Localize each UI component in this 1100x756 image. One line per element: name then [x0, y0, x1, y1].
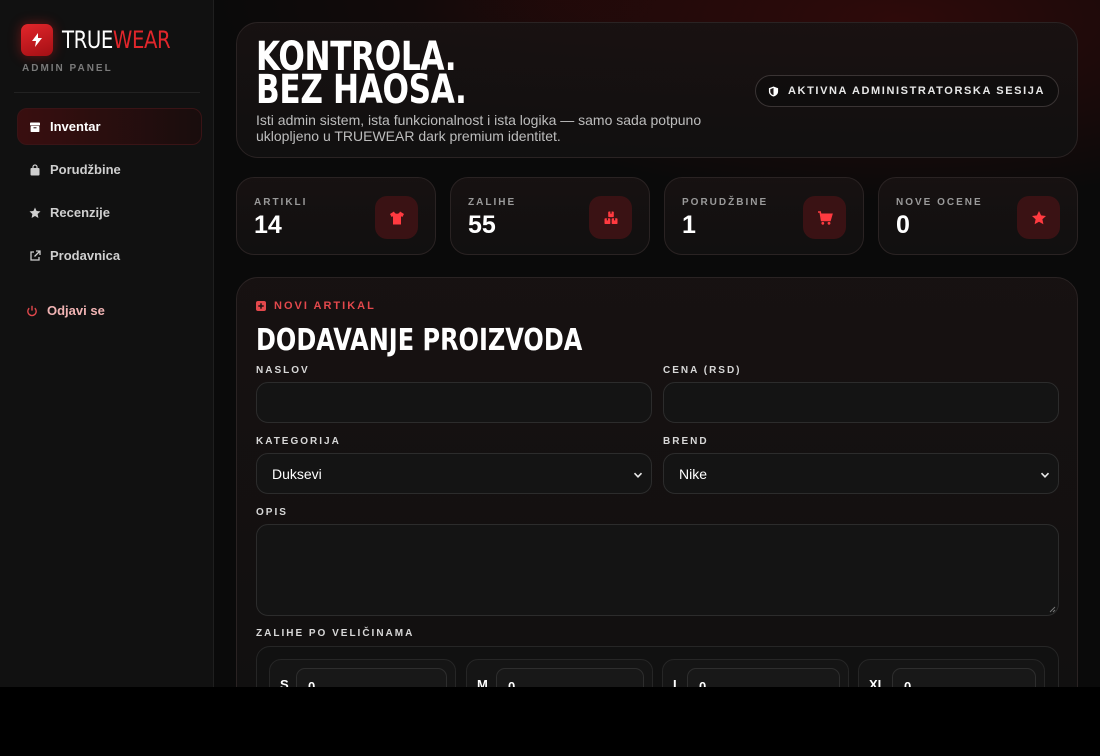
- app-viewport: TRUEWEAR ADMIN PANEL Inventar Porudžbine…: [0, 0, 1100, 687]
- session-badge: AKTIVNA ADMINISTRATORSKA SESIJA: [755, 75, 1059, 107]
- stat-label: ARTIKLI: [254, 197, 308, 208]
- size-label: S: [280, 677, 289, 687]
- hero-description: Isti admin sistem, ista funkcionalnost i…: [256, 112, 702, 144]
- sidebar: TRUEWEAR ADMIN PANEL Inventar Porudžbine…: [0, 0, 214, 687]
- stat-value: 1: [682, 211, 696, 239]
- brand-field-label: BREND: [663, 436, 709, 447]
- size-label: L: [673, 677, 681, 687]
- chevron-down-icon: [633, 472, 643, 478]
- stat-value: 0: [896, 211, 910, 239]
- form-kicker-label: NOVI ARTIKAL: [274, 300, 376, 312]
- description-textarea[interactable]: [256, 524, 1059, 616]
- box-icon: [30, 122, 40, 132]
- title-input[interactable]: [256, 382, 652, 423]
- brand[interactable]: TRUEWEAR: [21, 24, 194, 56]
- title-field-label: NASLOV: [256, 365, 310, 376]
- sidebar-item-prodavnica[interactable]: Prodavnica: [17, 237, 202, 274]
- stat-value: 14: [254, 211, 282, 239]
- add-product-form: NOVI ARTIKAL DODAVANJE PROIZVODA NASLOV …: [236, 277, 1078, 687]
- boxes-icon: [589, 196, 632, 239]
- sidebar-item-inventar[interactable]: Inventar: [17, 108, 202, 145]
- star-icon: [1017, 196, 1060, 239]
- brand-name-part2: WEAR: [112, 26, 171, 54]
- hero-card: KONTROLA. BEZ HAOSA. Isti admin sistem, …: [236, 22, 1078, 158]
- sidebar-nav: Inventar Porudžbine Recenzije Prodavnica: [17, 108, 202, 280]
- description-field-label: OPIS: [256, 507, 288, 518]
- size-label: M: [477, 677, 488, 687]
- cart-icon: [803, 196, 846, 239]
- offscreen-area: [0, 687, 1100, 756]
- tshirt-icon: [375, 196, 418, 239]
- category-select[interactable]: Duksevi: [256, 453, 652, 494]
- size-qty-input[interactable]: 0: [496, 668, 644, 687]
- logout-button[interactable]: Odjavi se: [26, 303, 105, 318]
- brand-name-part1: TRUE: [62, 26, 113, 54]
- resize-grip-icon[interactable]: [1048, 605, 1056, 613]
- size-stock-xl: XL 0: [858, 659, 1045, 687]
- sidebar-item-label: Inventar: [50, 119, 101, 134]
- size-stock-s: S 0: [269, 659, 456, 687]
- size-stock-m: M 0: [466, 659, 653, 687]
- form-kicker: NOVI ARTIKAL: [256, 300, 376, 312]
- stat-card-nove-ocene: NOVE OCENE 0: [878, 177, 1078, 255]
- hero-title: KONTROLA. BEZ HAOSA.: [256, 37, 467, 113]
- bag-icon: [30, 163, 40, 175]
- sidebar-item-label: Prodavnica: [50, 248, 121, 263]
- price-input[interactable]: [663, 382, 1059, 423]
- size-label: XL: [869, 677, 886, 687]
- session-label: AKTIVNA ADMINISTRATORSKA SESIJA: [788, 85, 1045, 97]
- brand-select[interactable]: Nike: [663, 453, 1059, 494]
- size-stock-l: L 0: [662, 659, 849, 687]
- chevron-down-icon: [1040, 472, 1050, 478]
- stat-label: PORUDŽBINE: [682, 197, 769, 208]
- size-qty-input[interactable]: 0: [892, 668, 1036, 687]
- external-link-icon: [30, 249, 41, 261]
- sidebar-item-label: Recenzije: [50, 205, 110, 220]
- stat-label: ZALIHE: [468, 197, 517, 208]
- lightning-icon: [21, 24, 53, 56]
- category-selected-value: Duksevi: [272, 465, 322, 482]
- sizes-section-label: ZALIHE PO VELIČINAMA: [256, 628, 415, 639]
- form-title: DODAVANJE PROIZVODA: [256, 323, 583, 358]
- size-qty-input[interactable]: 0: [296, 668, 447, 687]
- sidebar-item-label: Porudžbine: [50, 162, 121, 177]
- sidebar-divider: [14, 92, 200, 93]
- stat-label: NOVE OCENE: [896, 197, 983, 208]
- sidebar-item-recenzije[interactable]: Recenzije: [17, 194, 202, 231]
- stat-card-artikli: ARTIKLI 14: [236, 177, 436, 255]
- brand-name: TRUEWEAR: [62, 26, 171, 54]
- shield-icon: [768, 85, 779, 97]
- size-qty-input[interactable]: 0: [687, 668, 840, 687]
- power-icon: [27, 305, 37, 316]
- brand-subtitle: ADMIN PANEL: [22, 63, 113, 74]
- sidebar-item-porudzbine[interactable]: Porudžbine: [17, 151, 202, 188]
- stat-card-porudzbine: PORUDŽBINE 1: [664, 177, 864, 255]
- star-icon: [29, 207, 41, 218]
- plus-square-icon: [256, 301, 266, 311]
- logout-label: Odjavi se: [47, 303, 105, 318]
- size-stock-grid: S 0 M 0 L 0 XL 0: [256, 646, 1059, 687]
- hero-title-line2: BEZ HAOSA.: [256, 67, 467, 113]
- brand-selected-value: Nike: [679, 465, 708, 482]
- category-field-label: KATEGORIJA: [256, 436, 341, 447]
- stat-value: 55: [468, 211, 496, 239]
- stat-card-zalihe: ZALIHE 55: [450, 177, 650, 255]
- price-field-label: CENA (RSD): [663, 365, 742, 376]
